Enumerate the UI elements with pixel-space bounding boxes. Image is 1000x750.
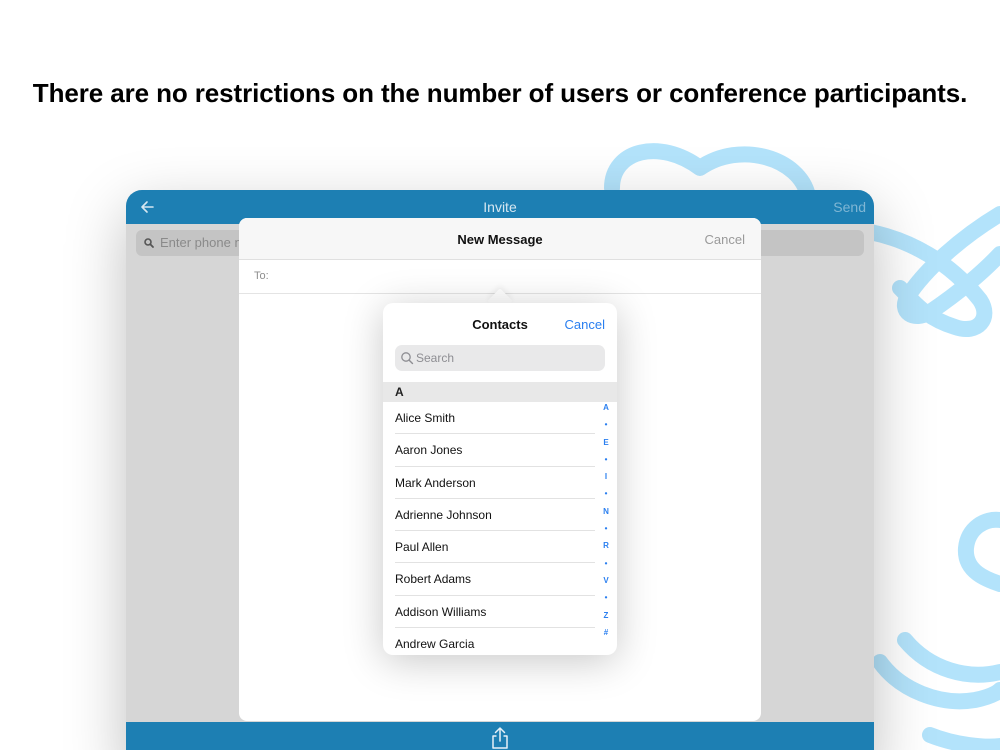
contact-row[interactable]: Mark Anderson <box>383 467 617 500</box>
index-item[interactable]: • <box>605 420 608 430</box>
index-item[interactable]: • <box>605 593 608 603</box>
new-message-cancel-button[interactable]: Cancel <box>705 232 745 247</box>
section-letter: A <box>395 385 404 399</box>
send-button[interactable]: Send <box>833 199 866 215</box>
contact-name: Andrew Garcia <box>395 637 475 652</box>
search-icon <box>144 238 154 248</box>
contact-row[interactable]: Addison Williams <box>383 596 617 629</box>
contact-name: Paul Allen <box>395 540 449 555</box>
index-item[interactable]: A <box>603 403 609 413</box>
new-message-title: New Message <box>457 232 543 247</box>
index-item[interactable]: • <box>605 559 608 569</box>
search-icon <box>401 352 414 365</box>
contact-name: Mark Anderson <box>395 475 476 490</box>
contact-name: Alice Smith <box>395 411 456 425</box>
index-item[interactable]: Z <box>604 611 609 621</box>
contact-name: Adrienne Johnson <box>395 507 492 522</box>
contact-name: Aaron Jones <box>395 443 463 458</box>
contact-row[interactable]: Paul Allen <box>383 531 617 564</box>
contact-row[interactable]: Alice Smith <box>383 402 617 435</box>
index-item[interactable]: R <box>603 541 609 551</box>
contact-list: Alice Smith Aaron Jones Mark Anderson Ad… <box>383 402 617 655</box>
contacts-popover: Contacts Cancel Search A Alice Smith Aar… <box>383 303 617 655</box>
to-label: To: <box>254 270 269 282</box>
contact-row[interactable]: Robert Adams <box>383 563 617 597</box>
index-item[interactable]: I <box>605 472 607 482</box>
section-index-bar[interactable]: A • E • I • N • R • V • Z # <box>600 403 612 638</box>
share-icon[interactable] <box>489 726 511 750</box>
index-item[interactable]: • <box>605 455 608 465</box>
new-message-header: New Message Cancel <box>239 218 761 260</box>
index-item[interactable]: N <box>603 507 609 517</box>
headline: There are no restrictions on the number … <box>32 78 968 108</box>
index-item[interactable]: • <box>605 489 608 499</box>
index-item[interactable]: # <box>604 628 608 638</box>
contacts-search-placeholder: Search <box>416 351 455 365</box>
index-item[interactable]: V <box>603 576 608 586</box>
section-header-a: A <box>383 382 617 402</box>
contact-name: Addison Williams <box>395 604 487 619</box>
app-title: Invite <box>483 199 517 215</box>
phone-search-placeholder: Enter phone nu <box>160 235 249 250</box>
contact-row[interactable]: Adrienne Johnson <box>383 499 617 532</box>
index-item[interactable]: • <box>605 524 608 534</box>
contacts-cancel-button[interactable]: Cancel <box>565 317 605 332</box>
index-item[interactable]: E <box>603 438 608 448</box>
app-bottom-bar <box>126 722 874 750</box>
contact-row[interactable]: Aaron Jones <box>383 434 617 467</box>
contact-row[interactable]: Andrew Garcia <box>383 628 617 655</box>
contacts-search-input[interactable]: Search <box>395 345 605 371</box>
contact-name: Robert Adams <box>395 572 472 587</box>
